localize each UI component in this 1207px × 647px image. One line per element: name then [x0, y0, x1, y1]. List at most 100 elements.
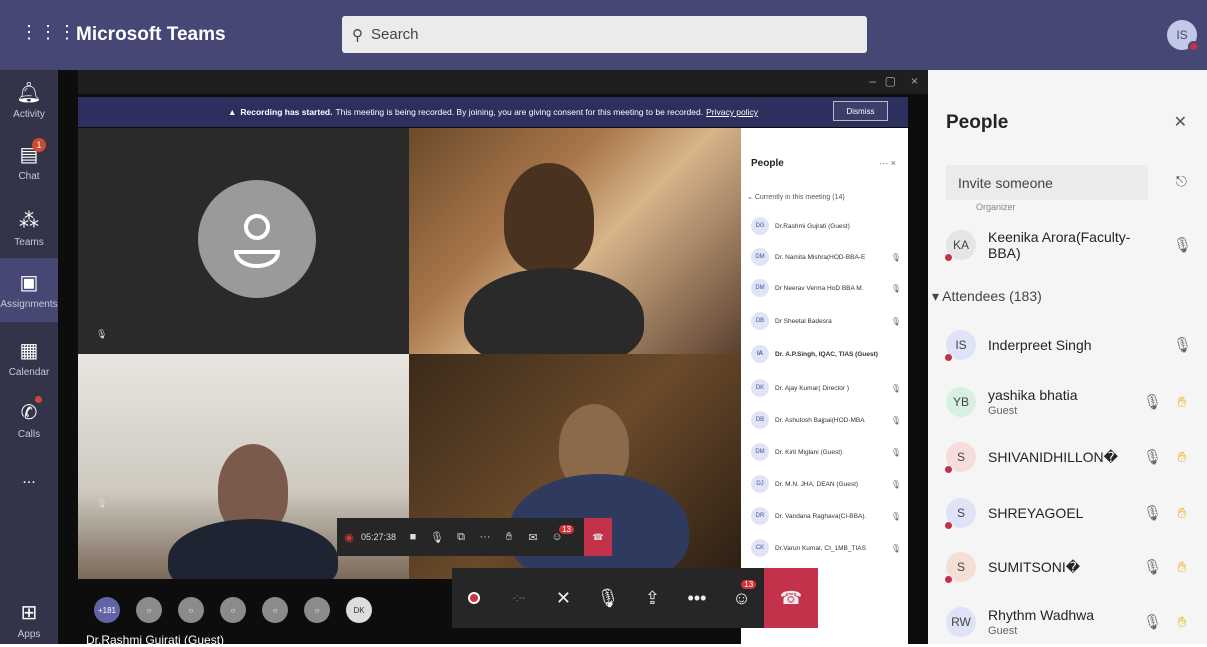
invite-input[interactable]: Invite someone [946, 165, 1148, 200]
mic-off-icon: 🎙︎ [890, 383, 901, 393]
rail-chat[interactable]: ▤ 1 Chat [0, 138, 58, 182]
hang-up-button[interactable]: ☎ [584, 518, 612, 556]
mic-icon[interactable]: 🎙︎ [425, 531, 449, 544]
inner-people-controls[interactable]: ··· × [879, 158, 896, 168]
mic-off-icon: 🎙︎ [890, 511, 901, 521]
link-icon[interactable]: ⎋ [1176, 173, 1187, 190]
chat-icon[interactable]: ✉ [521, 531, 545, 544]
search-placeholder: Search [371, 26, 419, 43]
warning-icon: ▲ [227, 107, 237, 117]
rail-calendar[interactable]: ▦ Calendar [0, 338, 58, 378]
list-item[interactable]: S SHIVANIDHILLON� 🎙︎ ✋︎ [944, 435, 1191, 479]
list-item[interactable]: DM Dr. Namita Mishra(HOD-BBA-E 🎙︎ [751, 247, 901, 267]
apps-icon: ⊞ [20, 602, 38, 624]
mic-off-icon: 🎙︎ [1173, 237, 1193, 254]
avatar: DM [751, 248, 769, 266]
record-icon [468, 591, 481, 604]
minimize-icon[interactable]: – [869, 74, 876, 88]
participants-icon[interactable]: ☺ 13 [545, 525, 574, 543]
close-icon[interactable]: ✕ [1174, 112, 1187, 132]
assignments-icon: ▣ [19, 272, 39, 294]
status-icon [944, 465, 953, 474]
video-tile[interactable]: 🎙︎ [78, 128, 409, 354]
participant-avatar[interactable]: ○ [220, 597, 246, 623]
rail-calls[interactable]: ✆ Calls [0, 396, 58, 440]
more-options-icon[interactable]: ••• [675, 588, 720, 609]
participants-icon[interactable]: ☺ 13 [719, 579, 764, 609]
list-item[interactable]: S SHREYAGOEL 🎙︎ ✋︎ [944, 491, 1191, 535]
avatar: S [944, 442, 976, 474]
list-item[interactable]: S SUMITSONI� 🎙︎ ✋︎ [944, 545, 1191, 589]
list-item[interactable]: DK Dr. Ajay Kumar( Director ) 🎙︎ [751, 378, 901, 398]
rail-more[interactable]: ... [0, 470, 58, 488]
participant-avatar[interactable]: ○ [178, 597, 204, 623]
rail-activity[interactable]: 🔔︎ Activity [0, 80, 58, 120]
camera-icon[interactable]: ■ [401, 531, 425, 543]
people-title: People [946, 112, 1009, 133]
status-icon [944, 575, 953, 584]
attendees-section[interactable]: ▾ Attendees (183) [932, 288, 1042, 305]
participant-avatar[interactable]: ○ [136, 597, 162, 623]
participant-avatar-dk[interactable]: DK [346, 597, 372, 623]
rail-teams[interactable]: ⁂ Teams [0, 208, 58, 248]
list-item[interactable]: DJ Dr. M.N. JHA, DEAN (Guest) 🎙︎ [751, 474, 901, 494]
restore-icon[interactable]: ▢ [885, 74, 896, 88]
status-busy-icon [1188, 41, 1199, 52]
list-item[interactable]: IA Dr. A.P.Singh, IQAC, TIAS (Guest) [751, 344, 901, 364]
participant-name: SHIVANIDHILLON� [988, 448, 1119, 465]
user-avatar[interactable]: IS [1167, 20, 1199, 52]
active-speaker-name: Dr.Rashmi Gujrati (Guest) [86, 633, 225, 647]
list-item[interactable]: IS Inderpreet Singh 🎙︎ [944, 323, 1193, 367]
participant-avatar[interactable]: ○ [262, 597, 288, 623]
list-item[interactable]: KA Keenika Arora(Faculty-BBA) 🎙︎ [944, 223, 1193, 267]
share-screen-icon[interactable]: ⇪ [630, 588, 675, 609]
record-button[interactable] [452, 588, 497, 609]
search-input[interactable]: ⚲ Search [342, 16, 867, 53]
participant-name: Dr. M.N. JHA, DEAN (Guest) [775, 480, 859, 488]
list-item[interactable]: RW Rhythm Wadhwa Guest 🎙︎ ✋︎ [946, 600, 1191, 644]
share-icon[interactable]: ⧉ [449, 531, 473, 544]
record-icon[interactable]: ◉ [337, 531, 361, 544]
participant-video [504, 163, 594, 273]
avatar: DB [751, 411, 769, 429]
dismiss-button[interactable]: Dismiss [833, 101, 888, 121]
rail-label: Assignments [0, 299, 58, 310]
more-icon: ... [22, 470, 36, 487]
app-launcher-icon[interactable]: ⋮⋮⋮ [20, 22, 77, 43]
list-item[interactable]: DB Dr. Ashutosh Bajpai(HOD-MBA 🎙︎ [751, 410, 901, 430]
list-item[interactable]: DM Dr Neerav Verma HoD BBA M. 🎙︎ [751, 278, 901, 298]
list-item[interactable]: DB Dr Sheetal Badesra 🎙︎ [751, 311, 901, 331]
list-item[interactable]: DR Dr. Vandana Raghava(CI-BBA). 🎙︎ [751, 506, 901, 526]
participant-name: yashika bhatia [988, 387, 1078, 403]
inner-people-panel: People ··· × ⌄ Currently in this meeting… [741, 128, 908, 644]
participant-body [464, 268, 644, 354]
camera-off-icon[interactable]: ✕ [541, 588, 586, 609]
list-item[interactable]: YB yashika bhatia Guest 🎙︎ ✋︎ [946, 380, 1191, 424]
rail-apps[interactable]: ⊞ Apps [0, 600, 58, 640]
avatar: S [944, 552, 976, 584]
title-bar: ⋮⋮⋮ Microsoft Teams ⚲ Search IS [0, 0, 1207, 70]
privacy-policy-link[interactable]: Privacy policy [706, 107, 758, 117]
video-tile[interactable] [409, 128, 741, 354]
calls-dot [35, 396, 42, 403]
meeting-stage: – ▢ × ▲ Recording has started. This meet… [58, 70, 928, 647]
mic-icon[interactable]: 🎙︎ [586, 588, 631, 609]
participant-avatar[interactable]: ○ [304, 597, 330, 623]
mic-icon: 🎙︎ [1173, 337, 1193, 354]
mic-off-icon: 🎙︎ [890, 479, 901, 489]
list-item[interactable]: CK Dr.Varun Kumar, CI_1MB_TIAS 🎙︎ [751, 538, 901, 558]
raise-hand-icon[interactable]: ✋︎ [497, 531, 521, 544]
more-participants-button[interactable]: +181 [94, 597, 120, 623]
rail-label: Apps [17, 629, 41, 640]
close-icon[interactable]: × [911, 74, 918, 88]
hang-up-button[interactable]: ☎ [763, 568, 819, 628]
list-item[interactable]: DG Dr.Rashmi Gujrati (Guest) [751, 216, 901, 236]
rail-assignments[interactable]: ▣ Assignments [0, 258, 58, 322]
avatar: S [944, 498, 976, 530]
more-options-icon[interactable]: ··· [473, 531, 497, 543]
participants-badge: 13 [559, 525, 574, 534]
participant-name: SUMITSONI� [988, 558, 1081, 575]
list-item[interactable]: DM Dr. Kirti Miglani (Guest) 🎙︎ [751, 442, 901, 462]
mic-icon: 🎙︎ [1143, 559, 1163, 576]
inner-people-section[interactable]: ⌄ Currently in this meeting (14) [747, 193, 845, 201]
